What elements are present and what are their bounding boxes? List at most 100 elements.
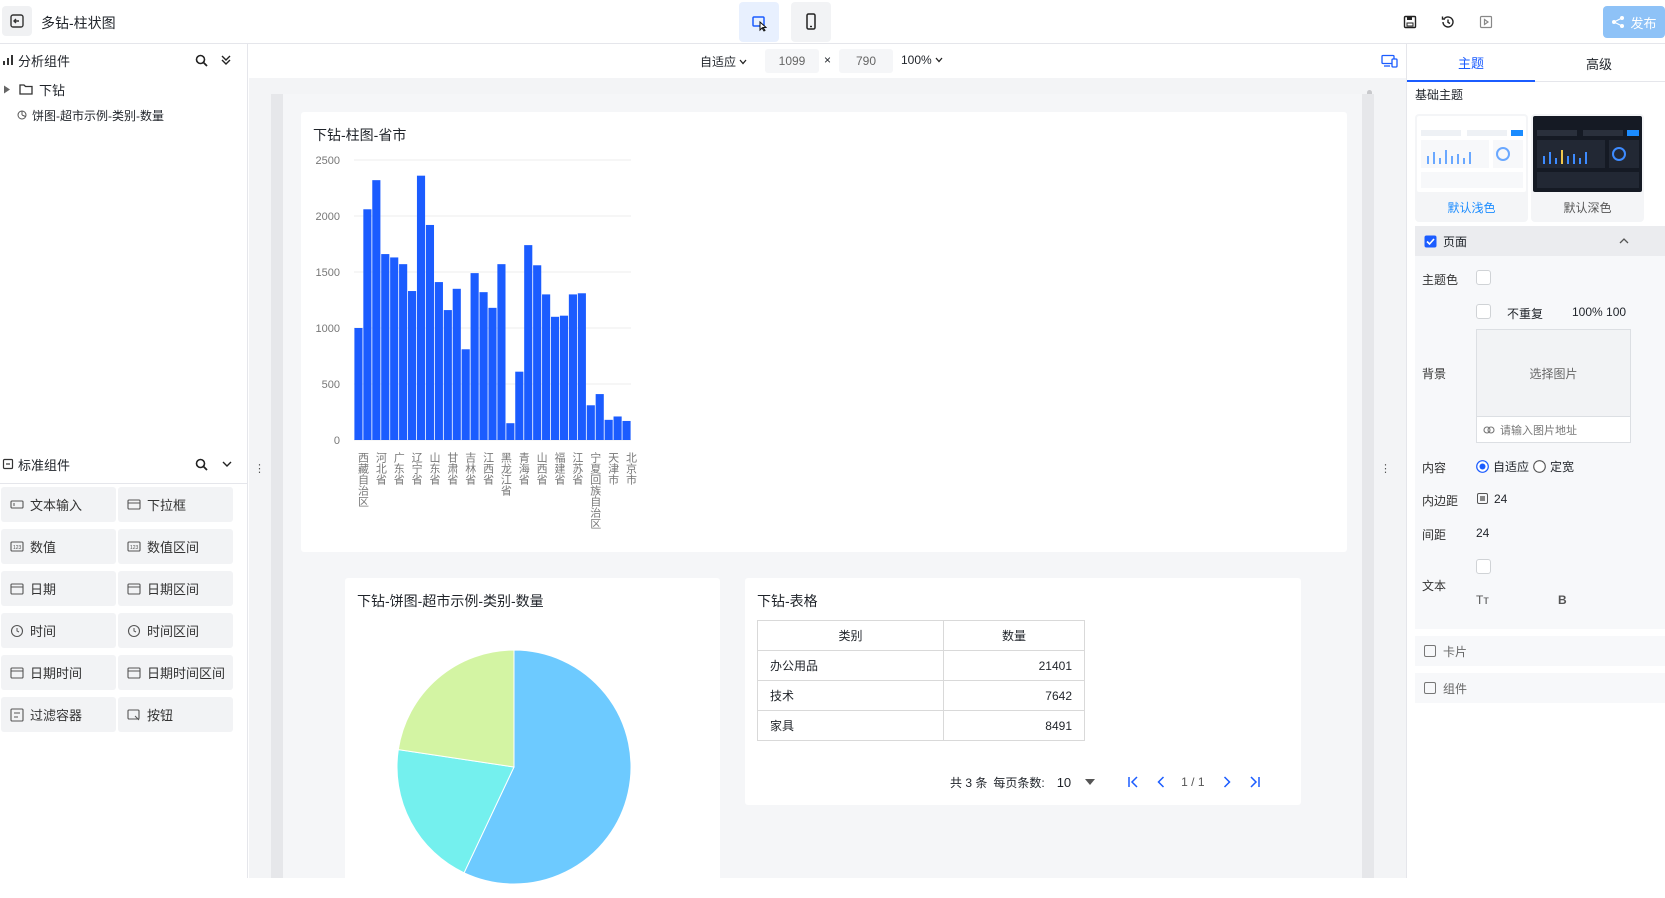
bar[interactable] xyxy=(416,175,426,440)
bg-repeat-checkbox[interactable] xyxy=(1476,304,1491,319)
card-checkbox[interactable] xyxy=(1424,645,1436,657)
component-text-input-button[interactable]: 文本输入 xyxy=(1,487,116,522)
bar[interactable] xyxy=(434,282,443,440)
component-dropdown-button[interactable]: 下拉框 xyxy=(118,487,233,522)
table-card[interactable]: 下钻-表格 类别 数量 办公用品 21401 技术 7642 家具 8491 共 3 … xyxy=(745,578,1301,805)
page-size-select[interactable]: 10 xyxy=(1057,775,1096,790)
history-button[interactable] xyxy=(1438,12,1458,32)
tab-theme[interactable]: 主题 xyxy=(1407,44,1535,82)
bar[interactable] xyxy=(479,292,488,440)
pie-chart-card[interactable]: 下钻-饼图-超市示例-类别-数量 xyxy=(345,578,720,898)
canvas-height-input[interactable]: 790 xyxy=(839,49,893,73)
component-checkbox[interactable] xyxy=(1424,682,1436,694)
bar[interactable] xyxy=(497,264,506,440)
tree-item-pie[interactable]: 饼图-超市示例-类别-数量 xyxy=(0,102,164,128)
expand-triangle-icon[interactable] xyxy=(3,85,11,94)
prev-page-icon[interactable] xyxy=(1157,776,1165,788)
bar[interactable] xyxy=(399,264,408,440)
bar[interactable] xyxy=(577,293,586,440)
radio-selected-icon[interactable] xyxy=(1476,460,1489,473)
bar[interactable] xyxy=(470,273,479,440)
bar[interactable] xyxy=(524,245,533,440)
table-row[interactable]: 办公用品 21401 xyxy=(757,650,1085,681)
collapse-all-icon[interactable] xyxy=(221,55,231,65)
component-datetime-button[interactable]: 日期时间 xyxy=(1,655,116,690)
bar[interactable] xyxy=(550,316,560,440)
bar[interactable] xyxy=(506,423,515,440)
fit-mode-select[interactable]: 自适应 xyxy=(700,53,747,70)
last-page-icon[interactable] xyxy=(1247,776,1261,788)
table-row[interactable]: 家具 8491 xyxy=(757,710,1085,741)
bar[interactable] xyxy=(559,315,569,440)
back-button[interactable] xyxy=(2,6,32,36)
component-button-button[interactable]: 按钮 xyxy=(118,697,233,732)
save-button[interactable] xyxy=(1400,12,1420,32)
chevron-down-icon[interactable] xyxy=(222,460,232,468)
text-color-checkbox[interactable] xyxy=(1476,559,1491,574)
canvas-width-input[interactable]: 1099 xyxy=(765,49,819,73)
chevron-up-icon[interactable] xyxy=(1619,238,1629,244)
page-section-header[interactable]: 页面 xyxy=(1415,226,1665,256)
theme-color-checkbox[interactable] xyxy=(1476,270,1491,285)
bar[interactable] xyxy=(452,288,461,440)
gap-value[interactable]: 24 xyxy=(1476,526,1489,540)
bold-toggle[interactable]: B xyxy=(1558,593,1567,607)
component-date-range-button[interactable]: 日期区间 xyxy=(118,571,233,606)
component-filter-container-button[interactable]: 过滤容器 xyxy=(1,697,116,732)
bar[interactable] xyxy=(604,419,613,440)
next-page-icon[interactable] xyxy=(1223,776,1231,788)
tree-folder-drilldown[interactable]: 下钻 xyxy=(0,76,65,102)
theme-dark-card[interactable]: 默认深色 xyxy=(1531,114,1644,222)
radio-unselected-icon[interactable] xyxy=(1533,460,1546,473)
bar[interactable] xyxy=(443,310,452,440)
bar[interactable] xyxy=(586,405,595,440)
mobile-view-button[interactable] xyxy=(791,2,831,42)
zoom-select[interactable]: 100% xyxy=(901,53,943,67)
preview-button[interactable] xyxy=(1476,12,1496,32)
bar[interactable] xyxy=(515,371,524,440)
bar[interactable] xyxy=(390,257,399,440)
component-time-button[interactable]: 时间 xyxy=(1,613,116,648)
bar[interactable] xyxy=(533,265,542,440)
right-resize-handle[interactable]: ⋮ xyxy=(1380,462,1391,475)
component-number-button[interactable]: 123 数值 xyxy=(1,529,116,564)
bar[interactable] xyxy=(595,394,604,440)
font-size-icon[interactable]: Tт xyxy=(1476,593,1489,607)
bar[interactable] xyxy=(372,180,381,440)
content-auto-label[interactable]: 自适应 xyxy=(1493,458,1529,475)
left-resize-handle[interactable]: ⋮ xyxy=(254,462,265,475)
bar[interactable] xyxy=(363,209,372,440)
image-url-input[interactable]: 请输入图片地址 xyxy=(1477,416,1630,442)
padding-value[interactable]: 24 xyxy=(1494,492,1507,506)
tab-advanced[interactable]: 高级 xyxy=(1535,44,1663,82)
checkbox-checked-icon[interactable] xyxy=(1424,235,1437,248)
content-fixed-label[interactable]: 定宽 xyxy=(1550,458,1574,475)
pie-slice[interactable] xyxy=(397,649,515,768)
bar-chart-card[interactable]: 下钻-柱图-省市 0 500 1000 1500 2000 2500 西藏自治区 河北省 广东省… xyxy=(301,112,1347,552)
search-icon[interactable] xyxy=(195,54,208,67)
bar[interactable] xyxy=(381,254,390,440)
component-number-range-button[interactable]: 123 数值区间 xyxy=(118,529,233,564)
publish-button[interactable]: 发布 xyxy=(1603,6,1665,38)
first-page-icon[interactable] xyxy=(1127,776,1141,788)
component-date-button[interactable]: 日期 xyxy=(1,571,116,606)
bar[interactable] xyxy=(461,349,470,440)
bar[interactable] xyxy=(613,416,622,440)
bar[interactable] xyxy=(568,294,577,440)
bar[interactable] xyxy=(488,307,497,440)
component-time-range-button[interactable]: 时间区间 xyxy=(118,613,233,648)
component-section[interactable]: 组件 xyxy=(1415,673,1665,703)
theme-light-card[interactable]: 默认浅色 xyxy=(1415,114,1528,222)
search-icon[interactable] xyxy=(195,458,208,471)
desktop-view-button[interactable] xyxy=(739,2,779,42)
bar[interactable] xyxy=(542,294,551,440)
card-section[interactable]: 卡片 xyxy=(1415,636,1665,666)
background-image-picker[interactable]: 选择图片 请输入图片地址 xyxy=(1476,329,1631,443)
component-datetime-range-button[interactable]: 日期时间区间 xyxy=(118,655,233,690)
table-row[interactable]: 技术 7642 xyxy=(757,680,1085,711)
bar[interactable] xyxy=(622,420,631,440)
bar[interactable] xyxy=(408,291,417,440)
bar[interactable] xyxy=(354,328,363,440)
device-switch-icon[interactable] xyxy=(1381,54,1399,68)
bar[interactable] xyxy=(425,224,435,440)
